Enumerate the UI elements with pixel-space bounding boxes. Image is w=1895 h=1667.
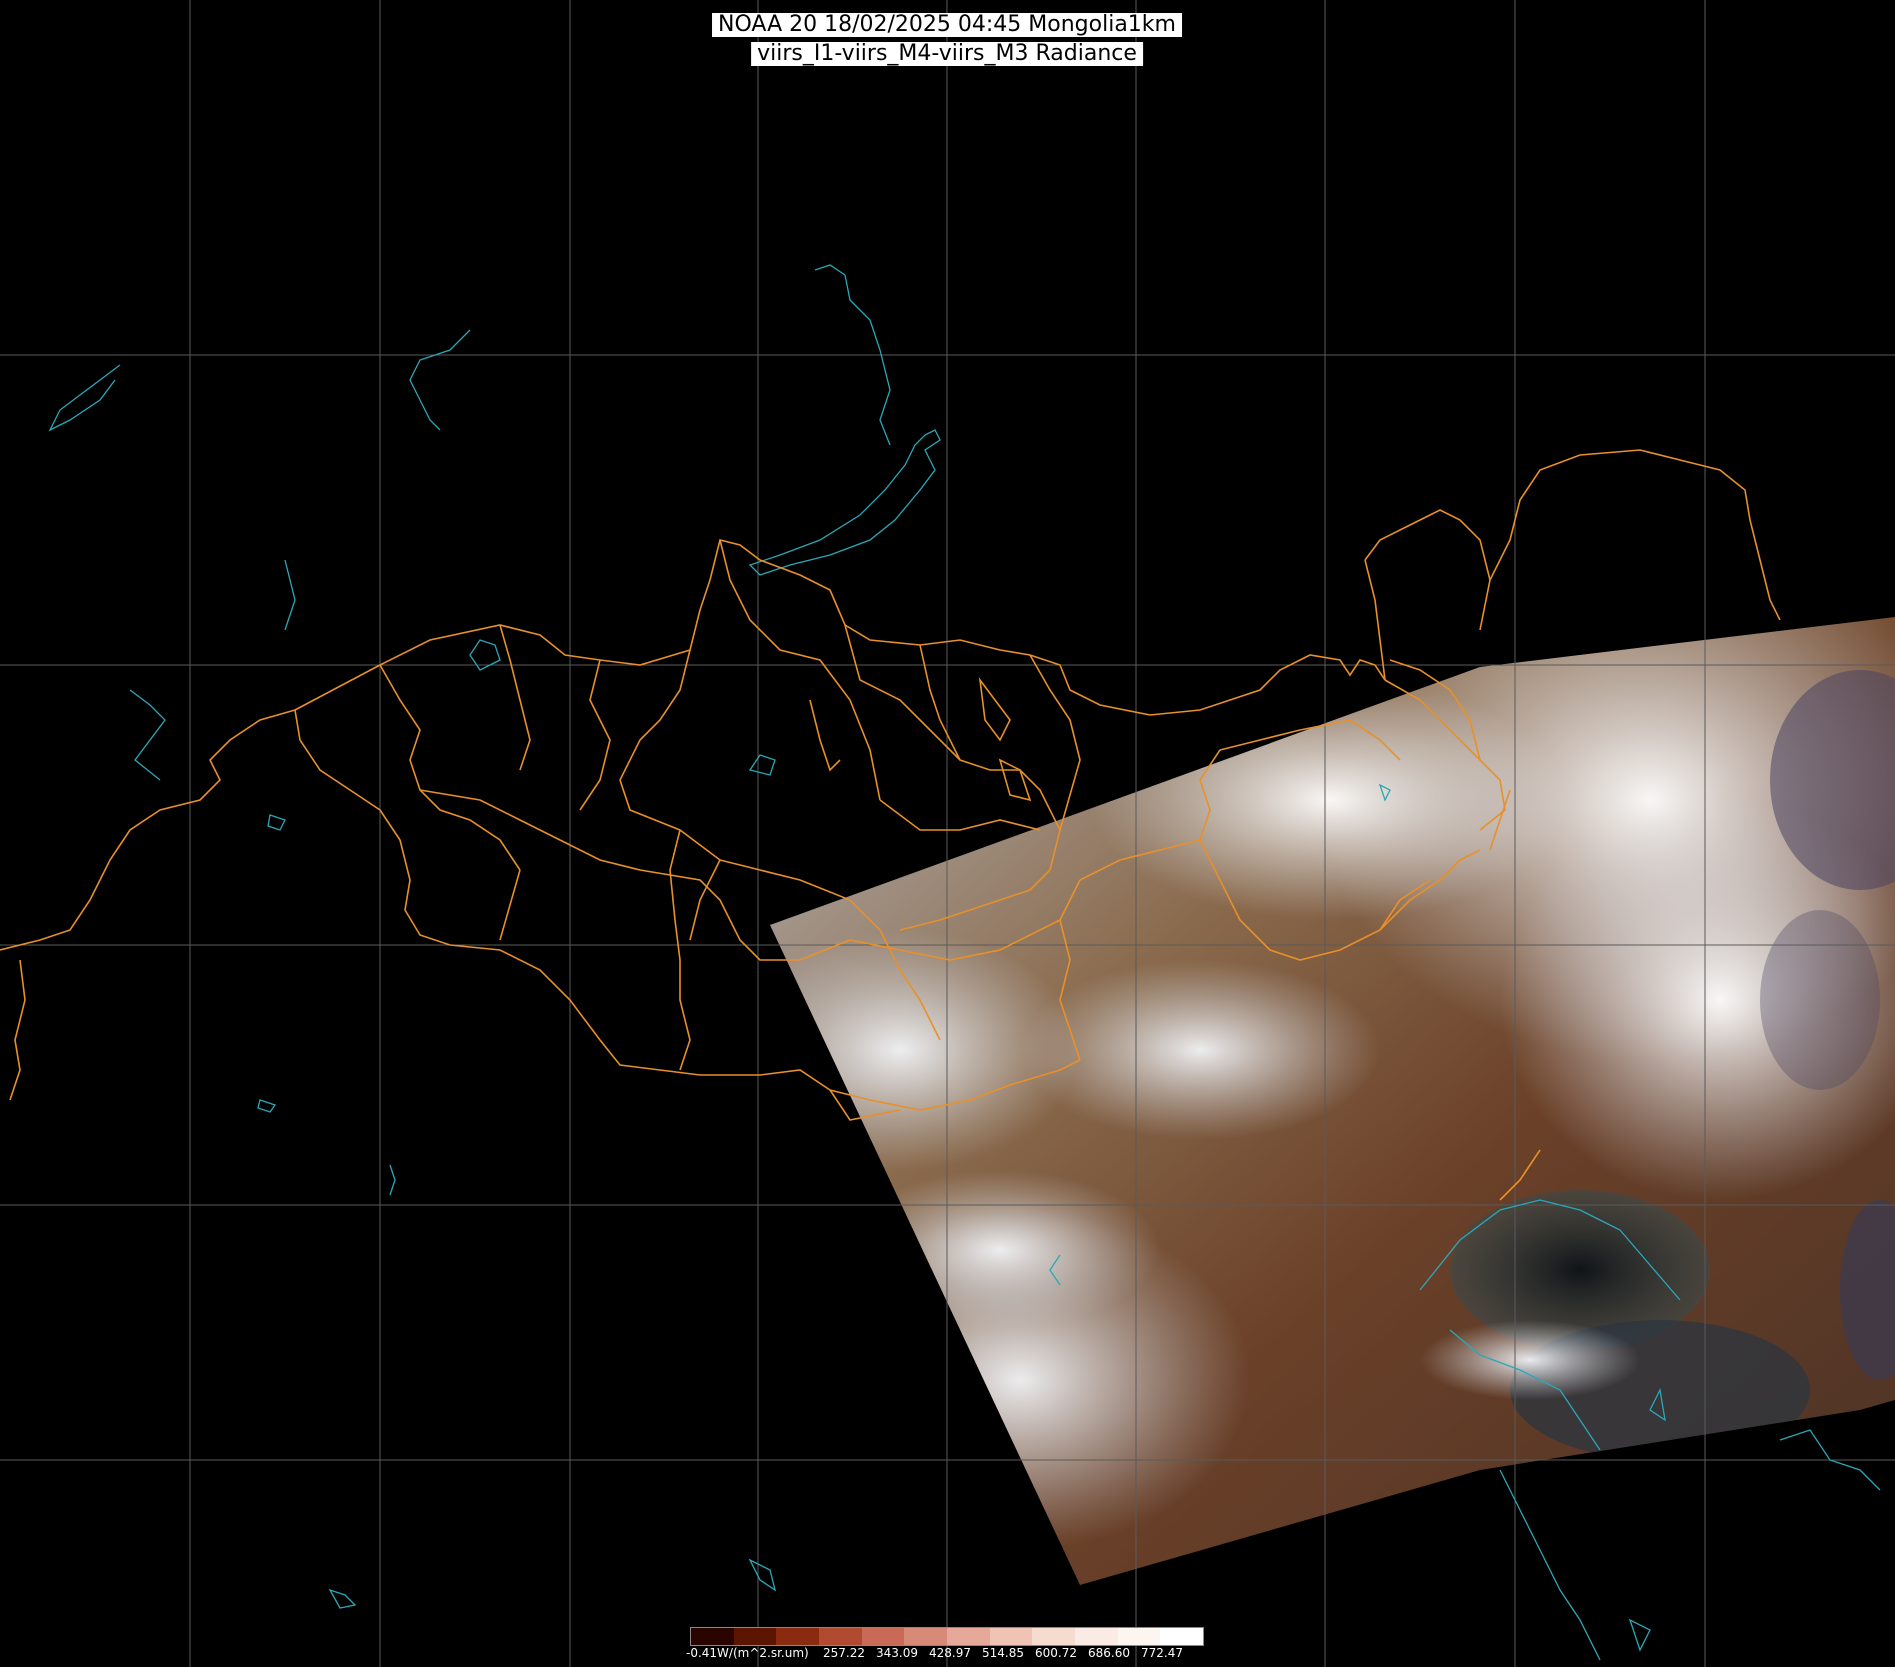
colorbar-swatch (1075, 1628, 1118, 1645)
colorbar-swatch (947, 1628, 990, 1645)
map-title-line1: NOAA 20 18/02/2025 04:45 Mongolia1km (712, 13, 1182, 37)
colorbar-tick-label: -0.41W/(m^2.sr.um) (686, 1646, 809, 1660)
colorbar-swatch (1160, 1628, 1204, 1645)
colorbar-swatch (989, 1628, 1033, 1645)
colorbar-swatch (776, 1628, 820, 1645)
colorbar-tick-label: 514.85 (982, 1646, 1024, 1660)
colorbar-swatch (861, 1628, 905, 1645)
colorbar-tick-label: 686.60 (1088, 1646, 1130, 1660)
colorbar-swatch (1117, 1628, 1161, 1645)
colorbar-tick-label: 772.47 (1141, 1646, 1183, 1660)
colorbar-swatch (904, 1628, 948, 1645)
colorbar-swatch (733, 1628, 777, 1645)
map-title-line2: viirs_I1-viirs_M4-viirs_M3 Radiance (751, 42, 1143, 66)
colorbar-tick-label: 257.22 (823, 1646, 865, 1660)
colorbar-swatch (691, 1628, 734, 1645)
colorbar (690, 1627, 1204, 1646)
colorbar-tick-label: 600.72 (1035, 1646, 1077, 1660)
colorbar-tick-label: 428.97 (929, 1646, 971, 1660)
satellite-map[interactable] (0, 0, 1895, 1667)
colorbar-labels: -0.41W/(m^2.sr.um) 257.22 343.09 428.97 514.… (686, 1646, 1226, 1662)
colorbar-swatch (819, 1628, 862, 1645)
colorbar-tick-label: 343.09 (876, 1646, 918, 1660)
colorbar-swatch (1032, 1628, 1076, 1645)
